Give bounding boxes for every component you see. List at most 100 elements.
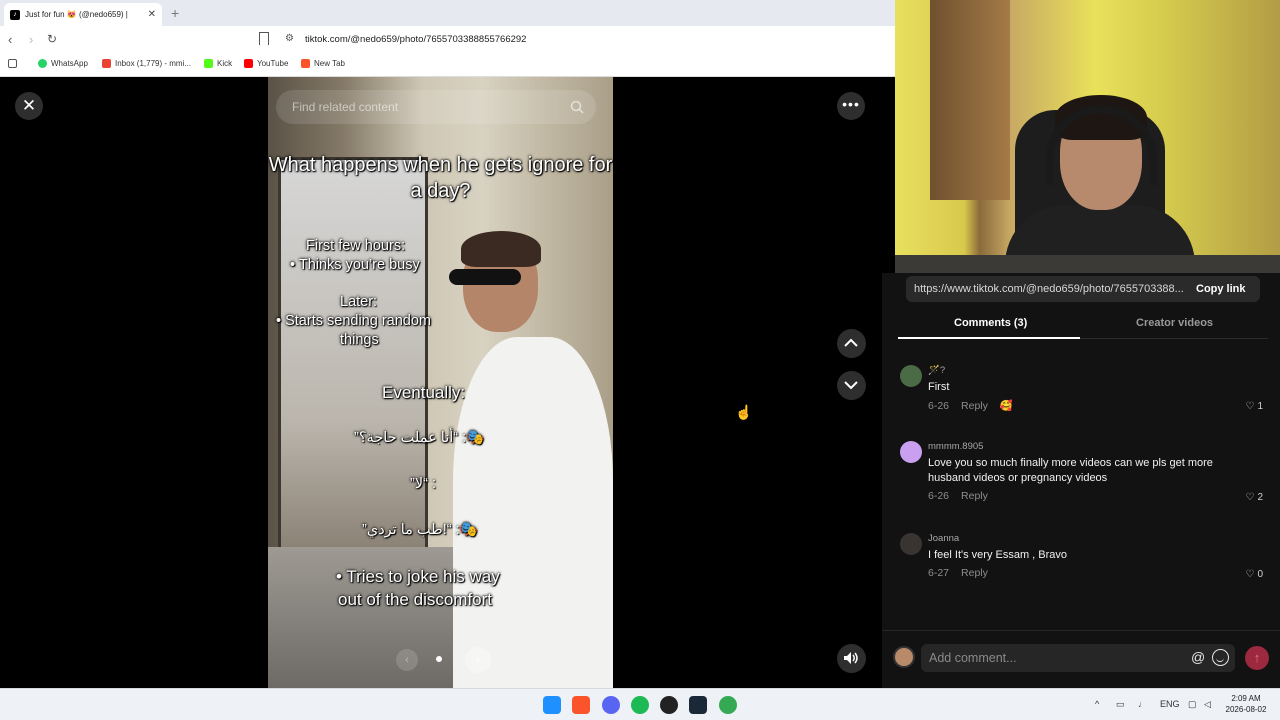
heart-icon: ♡ [1245,569,1255,580]
microphone-icon[interactable]: ♩ [1138,699,1147,709]
clock-date: 2026-08-02 [1225,705,1267,714]
reload-icon[interactable]: ↻ [47,32,57,46]
comment-text: First [928,381,950,393]
like-count: 0 [1257,569,1263,580]
speaker-icon [844,652,858,664]
reply-button[interactable]: Reply [961,490,988,502]
comment-date: 6-26 [928,399,950,412]
reply-button[interactable]: Reply [961,567,988,579]
avatar[interactable] [900,533,922,555]
like-count: 2 [1257,492,1263,503]
tab-close-icon[interactable]: ✕ [148,9,156,20]
url-field[interactable]: tiktok.com/@nedo659/photo/76557033888557… [305,34,526,45]
post-comment-button[interactable]: ↑ [1245,646,1269,670]
volume-button[interactable] [837,644,866,673]
like-button[interactable]: ♡ 2 [1245,492,1263,503]
copy-link-button[interactable]: Copy link [1196,283,1246,295]
browser-tab[interactable]: ♪ Just for fun 😻 (@nedo659) | ✕ [4,3,162,26]
tray-expand-icon[interactable]: ^ [1095,699,1099,709]
brave-icon [301,59,310,68]
new-tab-button[interactable]: + [171,5,179,21]
bookmark-youtube[interactable]: YouTube [244,59,288,68]
bookmark-gmail[interactable]: Inbox (1,779) - mmi... [102,59,191,68]
whatsapp-icon [38,59,47,68]
discord-icon[interactable] [602,696,620,714]
share-url[interactable]: https://www.tiktok.com/@nedo659/photo/76… [914,283,1186,295]
comment-meta: 6-26 Reply [928,490,988,502]
photo-viewer: ✕ Find related content What happens when… [0,77,882,688]
photo-carousel-controls: ‹ › [268,647,613,673]
bookmark-kick[interactable]: Kick [204,59,232,68]
bookmark-icon[interactable] [259,32,269,45]
comment-text: Love you so much finally more videos can… [928,457,1213,484]
avatar[interactable] [900,365,922,387]
spotify-icon[interactable] [631,696,649,714]
like-count: 1 [1257,401,1263,412]
system-clock[interactable]: 2:09 AM 2026-08-02 [1222,693,1270,715]
search-icon[interactable] [570,100,584,114]
chevron-up-icon [844,338,858,347]
tray-app-icon[interactable]: ▭ [1116,699,1125,710]
add-comment-input[interactable]: Add comment... @ [921,644,1235,672]
comment-date: 6-27 [928,567,950,579]
overlay-first-hours: First few hours: [306,238,406,254]
bookmark-whatsapp[interactable]: WhatsApp [38,59,88,68]
comment-meta: 6-27 Reply [928,567,988,579]
bookmark-new-tab[interactable]: New Tab [301,59,345,68]
avatar[interactable] [900,441,922,463]
comment-username[interactable]: mmmm.8905 [928,441,983,452]
heart-icon: ♡ [1245,492,1255,503]
tiktok-favicon-icon: ♪ [10,9,20,20]
network-icon[interactable]: ▢ [1188,699,1197,710]
next-post-button[interactable] [837,371,866,400]
reply-button[interactable]: Reply [961,400,988,412]
comment-reaction: 🥰 [999,400,1013,412]
obs-icon[interactable] [660,696,678,714]
windows-start-icon[interactable] [543,696,561,714]
mouse-cursor-icon: ☝ [735,404,753,420]
back-icon[interactable]: ‹ [8,32,12,47]
overlay-last-item: • Tries to joke his way [336,567,500,586]
photo-post[interactable]: Find related content What happens when h… [268,77,613,688]
comment-username[interactable]: 🪄? [928,365,945,376]
carousel-dot[interactable] [436,656,442,662]
gmail-icon [102,59,111,68]
emoji-icon[interactable] [1212,649,1229,666]
carousel-prev-button[interactable]: ‹ [396,649,418,671]
volume-tray-icon[interactable]: ◁ [1204,699,1211,710]
language-indicator[interactable]: ENG [1160,699,1180,709]
like-button[interactable]: ♡ 0 [1245,569,1263,580]
overlay-title: What happens when he gets ignore for a d… [268,154,613,202]
brave-browser-icon[interactable] [572,696,590,714]
tab-comments[interactable]: Comments (3) [954,317,1027,329]
previous-post-button[interactable] [837,329,866,358]
overlay-eventually: Eventually: [382,383,466,402]
tab-creator-videos[interactable]: Creator videos [1136,317,1213,329]
bookmarks-bar: WhatsApp Inbox (1,779) - mmi... Kick You… [0,53,895,77]
comment-item: Joanna I feel It's very Essam , Bravo 6-… [898,533,1268,583]
avatar[interactable] [893,646,915,668]
close-button[interactable]: ✕ [15,92,43,120]
more-options-button[interactable]: ••• [837,92,865,120]
active-tab-indicator [898,337,1080,339]
overlay-last-item-cont: out of the discomfort [338,590,493,609]
site-info-icon[interactable]: ⚙ [285,33,294,44]
like-button[interactable]: ♡ 1 [1245,401,1263,412]
address-bar: ‹ › ↻ ⚙ tiktok.com/@nedo659/photo/765570… [0,26,895,53]
browser-tabbar: ♪ Just for fun 😻 (@nedo659) | ✕ + [0,0,895,26]
chrome-icon[interactable] [719,696,737,714]
carousel-next-button[interactable]: › [465,647,491,673]
person [443,231,613,688]
related-search-input[interactable]: Find related content [276,90,596,124]
webcam-feed [895,0,1280,273]
overlay-line-c: ”طب ما تردي!“ :🎭 [362,522,478,538]
tab-title: Just for fun 😻 (@nedo659) | [25,10,128,19]
apps-grid-icon[interactable] [8,59,17,68]
steam-icon[interactable] [689,696,707,714]
youtube-icon [244,59,253,68]
clock-time: 2:09 AM [1231,694,1261,703]
mention-icon[interactable]: @ [1191,649,1205,665]
comment-username[interactable]: Joanna [928,533,959,544]
forward-icon[interactable]: › [29,32,33,47]
overlay-later-item-cont: things [340,332,379,348]
